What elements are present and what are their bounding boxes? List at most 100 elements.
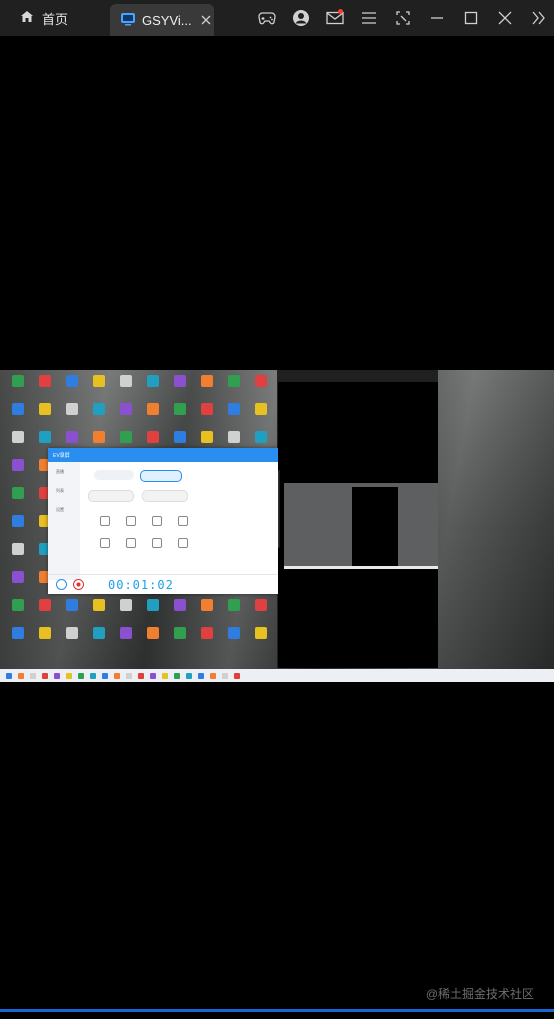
recorder-mode-live-button[interactable] [140,470,182,482]
desktop-shortcut-icon [220,596,247,624]
recorder-title-bar: EV录屏 [48,448,278,462]
app-icon [65,403,78,415]
recorder-tool-item[interactable] [118,514,144,536]
desktop-shortcut-icon [139,400,166,428]
app-icon [254,627,267,639]
app-icon [11,543,24,555]
recorder-tool-item[interactable] [92,536,118,558]
recorder-tool-item[interactable] [144,514,170,536]
app-icon [11,375,24,387]
app-icon [200,375,213,387]
app-icon [200,599,213,611]
desktop-shortcut-icon [220,372,247,400]
desktop-shortcut-icon [193,596,220,624]
gamepad-icon[interactable] [250,0,284,36]
menu-icon[interactable] [352,0,386,36]
app-icon [200,431,213,443]
app-icon [227,599,240,611]
desktop-shortcut-icon [85,624,112,652]
app-icon [92,627,105,639]
more-icon[interactable] [522,0,554,36]
app-icon [146,375,159,387]
desktop-shortcut-icon [247,624,274,652]
recorder-title: EV录屏 [53,452,70,459]
mail-icon[interactable] [318,0,352,36]
desktop-shortcut-icon [31,400,58,428]
recorder-audio-select[interactable] [142,490,188,502]
maximize-icon[interactable] [454,0,488,36]
desktop-shortcut-icon [4,624,31,652]
app-icon [119,431,132,443]
recorder-sidebar-item[interactable]: 直播 [48,462,80,481]
desktop-shortcut-icon [247,400,274,428]
taskbar-app-icon [162,672,168,679]
app-icon [227,375,240,387]
desktop-shortcut-icon [220,624,247,652]
app-icon [11,431,24,443]
taskbar-app-icon [126,672,132,679]
tool-icon [152,538,162,548]
recorder-tool-item[interactable] [170,514,196,536]
taskbar-app-icon [54,672,60,679]
playback-progress-fill [0,1009,554,1012]
recorder-sidebar-item[interactable]: 设置 [48,500,80,519]
recorder-source-select[interactable] [88,490,134,502]
recorder-tool-item[interactable] [118,536,144,558]
taskbar-app-icon [198,672,204,679]
close-window-icon[interactable] [488,0,522,36]
screenshot-icon[interactable] [386,0,420,36]
desktop-shortcut-icon [58,400,85,428]
recorder-tool-item[interactable] [144,536,170,558]
recorder-tool-item[interactable] [170,536,196,558]
desktop-shortcut-icon [193,400,220,428]
desktop-shortcut-icon [139,624,166,652]
tab-home[interactable]: 首页 [0,0,100,36]
tab-gsyvideo[interactable]: GSYVi... [110,4,214,36]
recorder-sidebar-item[interactable]: 列表 [48,481,80,500]
avatar-icon[interactable] [284,0,318,36]
recorder-mode-local-button[interactable] [94,470,134,480]
recorder-controls: 00:01:02 [48,574,278,594]
tab-home-label: 首页 [42,11,69,27]
desktop-shortcut-icon [58,372,85,400]
windows-taskbar [0,669,554,682]
desktop-shortcut-icon [247,596,274,624]
taskbar-app-icon [78,672,84,679]
pause-icon[interactable] [56,579,67,590]
tool-icon [178,516,188,526]
desktop-shortcut-icon [4,456,31,484]
recorder-sidebar: 直播 列表 设置 [48,462,80,580]
stop-icon[interactable] [73,579,84,590]
app-icon [227,627,240,639]
watermark: @稀土掘金技术社区 [425,987,534,1001]
app-icon [11,515,24,527]
desktop-shortcut-icon [4,512,31,540]
desktop-shortcut-icon [112,596,139,624]
desktop-shortcut-icon [4,568,31,596]
desktop-shortcut-icon [4,540,31,568]
app-icon [11,627,24,639]
taskbar-app-icon [174,672,180,679]
taskbar-app-icon [186,672,192,679]
app-icon [254,403,267,415]
tool-icon [178,538,188,548]
desktop-shortcut-icon [85,372,112,400]
app-icon [200,403,213,415]
taskbar-app-icon [114,672,120,679]
tab-gsyvideo-label: GSYVi... [142,12,192,28]
app-icon [11,599,24,611]
recorder-tool-item[interactable] [92,514,118,536]
close-icon[interactable] [197,11,214,29]
recorder-tool-grid [92,514,196,558]
recording-timer: 00:01:02 [108,577,174,592]
desktop-shortcut-icon [193,624,220,652]
app-icon [146,403,159,415]
app-icon [173,599,186,611]
app-icon [11,487,24,499]
video-player-area[interactable]: EV录屏 直播 列表 设置 00:01:02 @稀土掘金技术社区 [0,36,554,1014]
desktop-shortcut-icon [4,372,31,400]
recorder-main-panel [84,466,274,576]
playback-progress-bar[interactable] [0,1009,554,1012]
minimize-icon[interactable] [420,0,454,36]
app-icon [254,375,267,387]
